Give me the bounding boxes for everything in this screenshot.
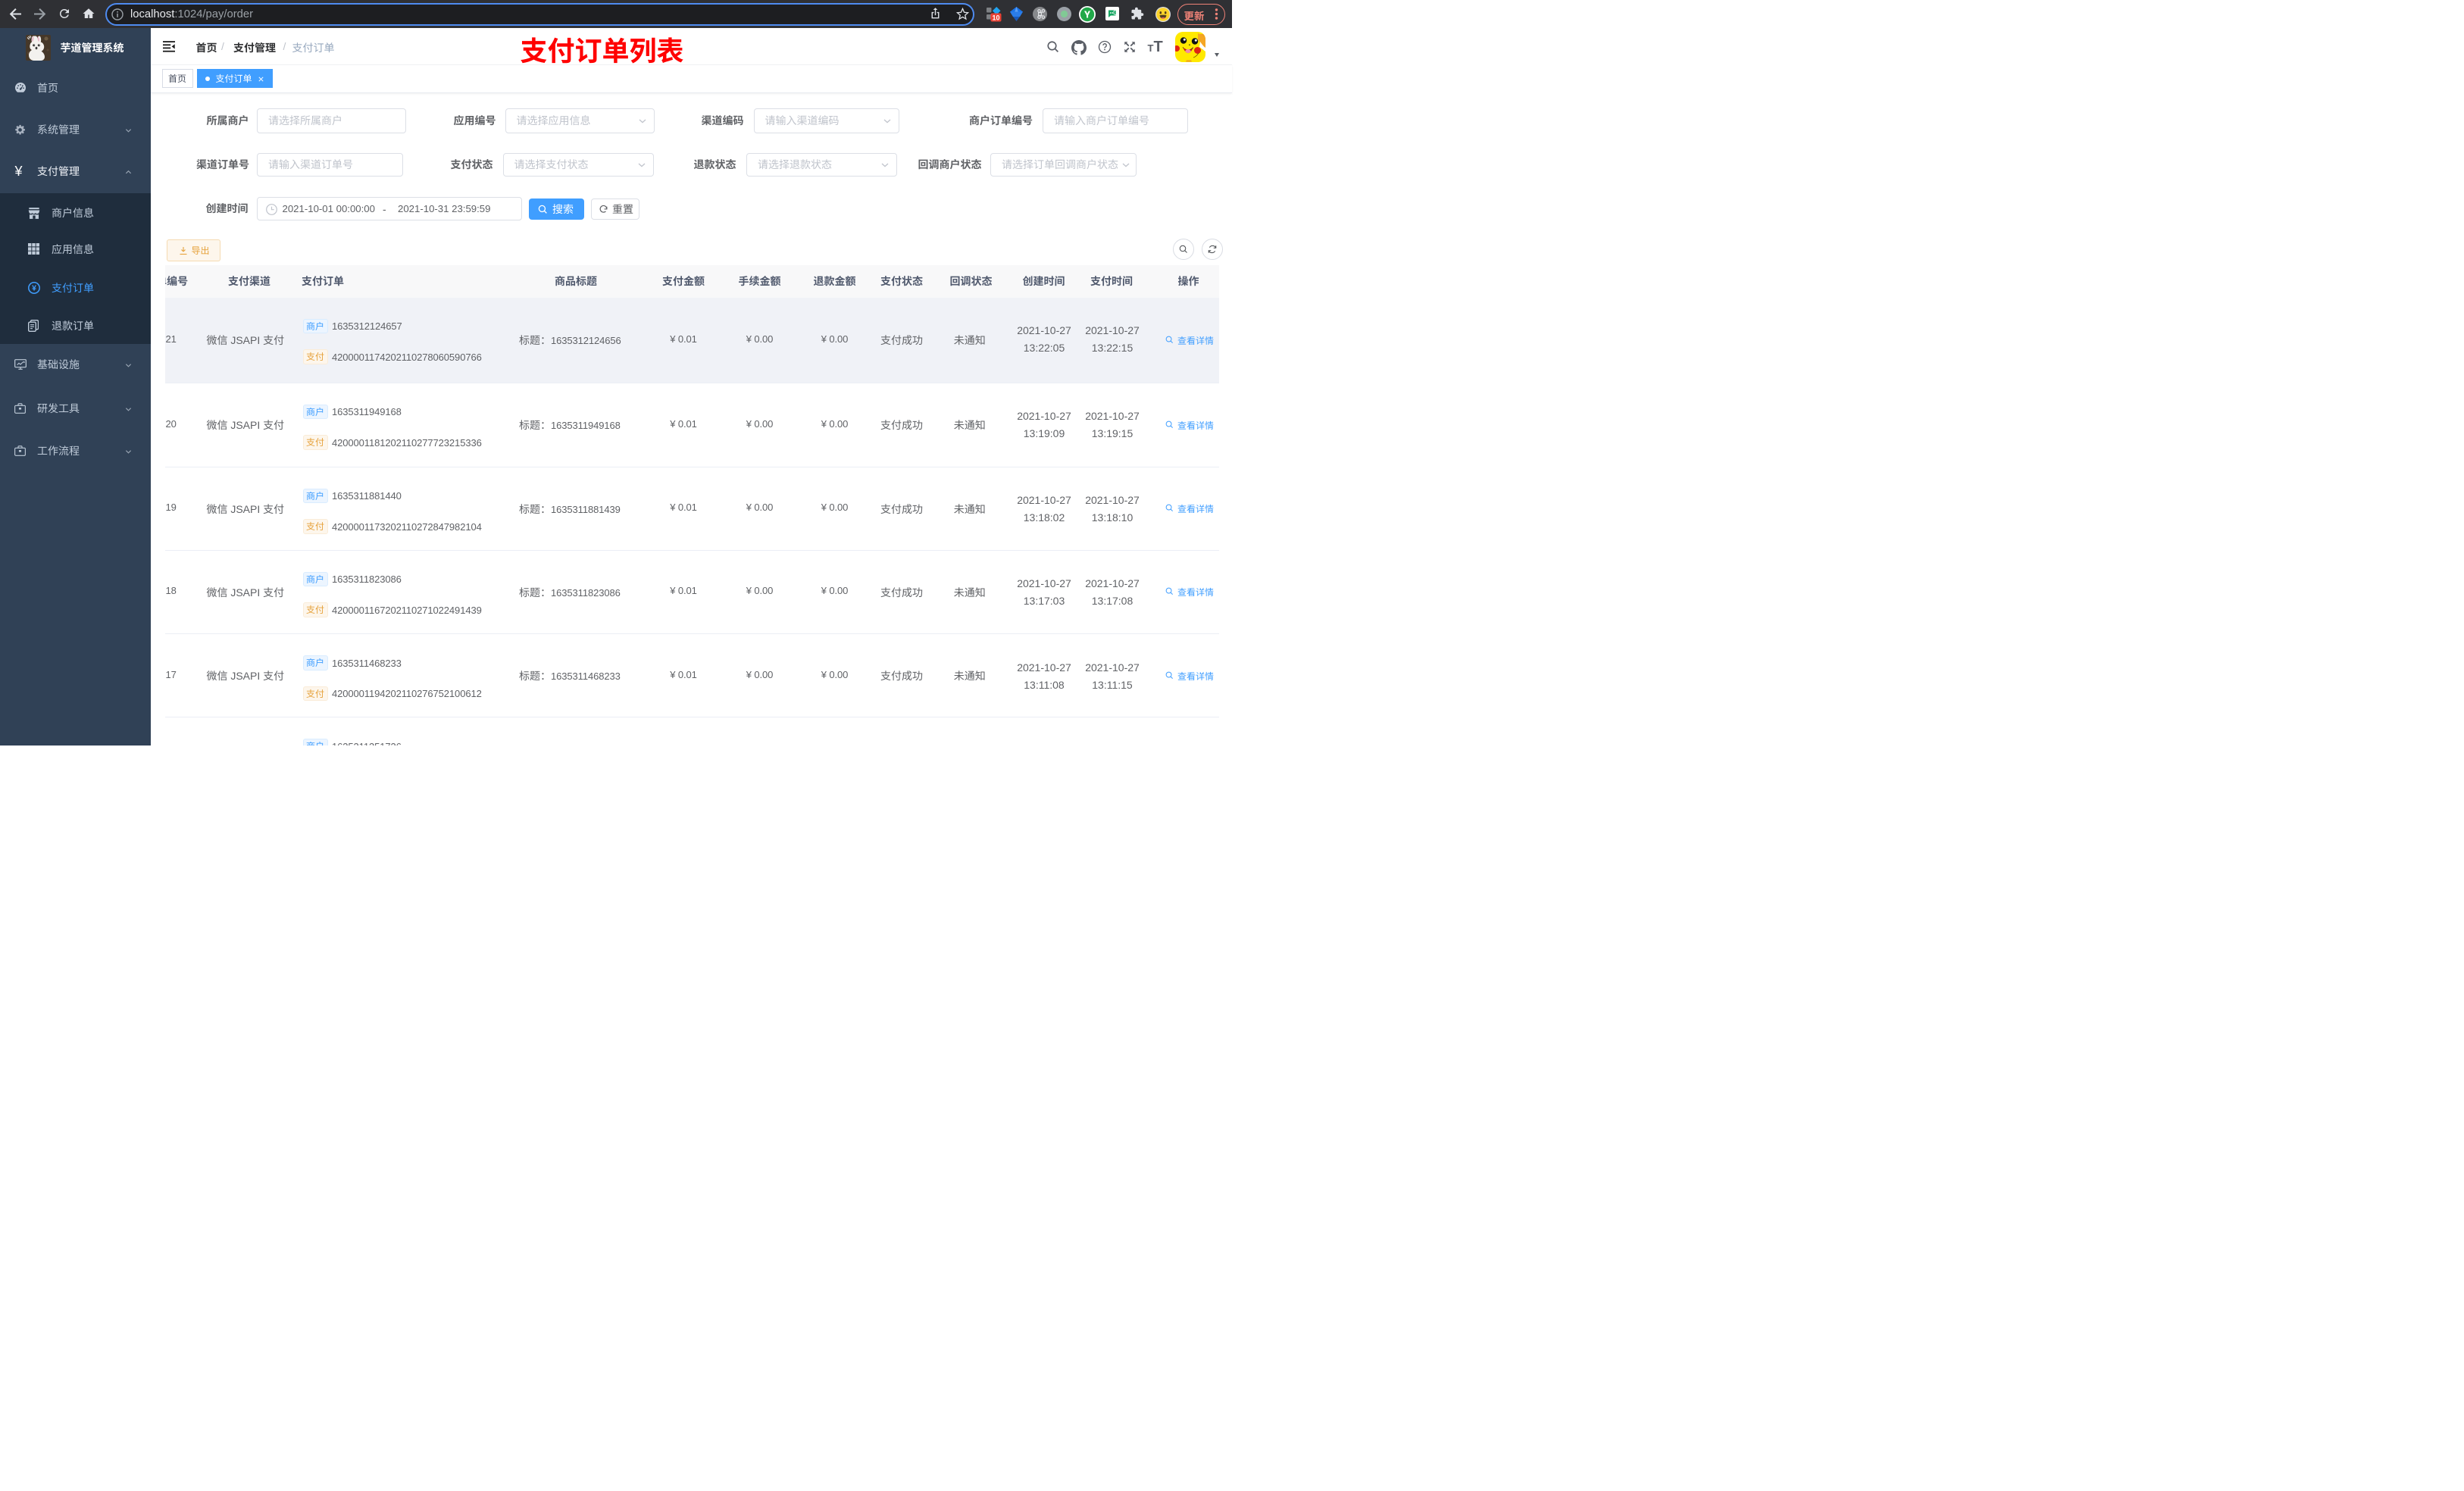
svg-text:¥: ¥ (32, 283, 36, 292)
svg-text:10: 10 (992, 14, 999, 21)
